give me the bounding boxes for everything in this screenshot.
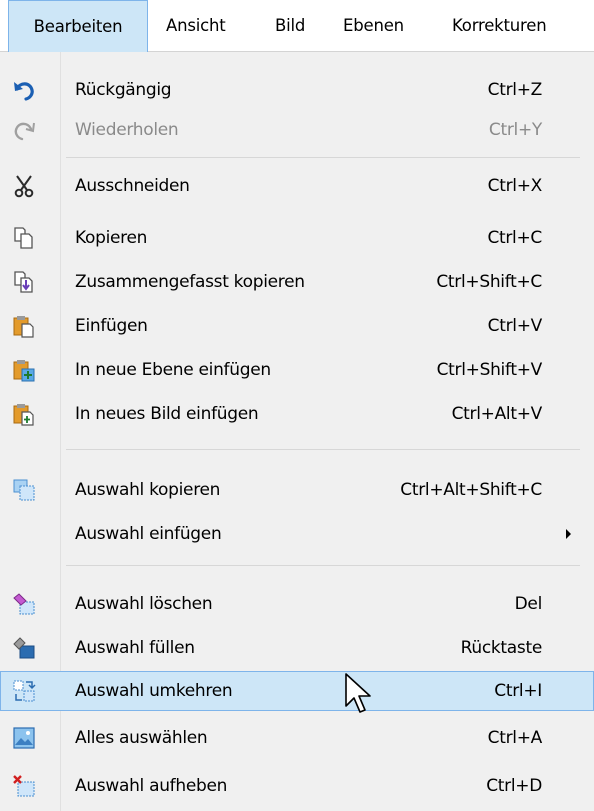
menu-bar: Bearbeiten Ansicht Bild Ebenen Korrektur… (0, 0, 594, 52)
paste-icon (13, 316, 34, 338)
menu-separator (66, 565, 580, 566)
fill-selection-icon (13, 637, 35, 659)
scissors-icon (14, 175, 34, 198)
menu-item-shortcut: Ctrl+Alt+V (451, 404, 543, 424)
menu-item-shortcut: Ctrl+A (487, 728, 543, 748)
menu-item-paste[interactable]: Einfügen Ctrl+V (0, 306, 594, 346)
paste-new-image-icon (13, 404, 34, 426)
menu-item-paste-selection[interactable]: Auswahl einfügen (0, 514, 594, 554)
eraser-selection-icon (13, 593, 35, 615)
deselect-icon (13, 775, 35, 797)
menu-item-label: Kopieren (75, 228, 148, 248)
menu-item-shortcut: Ctrl+V (487, 316, 543, 336)
submenu-arrow-icon (566, 529, 571, 539)
menu-item-shortcut: Rücktaste (460, 638, 543, 658)
menu-item-label: Zusammengefasst kopieren (75, 272, 305, 292)
copy-selection-icon (13, 479, 35, 501)
menu-item-shortcut: Ctrl+X (487, 176, 543, 196)
menu-item-label: In neue Ebene einfügen (75, 360, 271, 380)
menu-item-fill-selection[interactable]: Auswahl füllen Rücktaste (0, 628, 594, 668)
redo-icon (14, 122, 35, 141)
menu-item-copy-merged[interactable]: Zusammengefasst kopieren Ctrl+Shift+C (0, 262, 594, 302)
undo-icon (14, 82, 34, 101)
menu-bild[interactable]: Bild (275, 0, 305, 51)
menu-separator (66, 157, 580, 158)
menu-item-copy-selection[interactable]: Auswahl kopieren Ctrl+Alt+Shift+C (0, 470, 594, 510)
menu-item-cut[interactable]: Ausschneiden Ctrl+X (0, 166, 594, 206)
copy-icon (14, 227, 33, 249)
paste-new-layer-icon (13, 360, 35, 382)
menu-item-shortcut: Ctrl+C (487, 228, 542, 248)
menu-item-shortcut: Ctrl+Alt+Shift+C (400, 480, 542, 500)
menu-item-delete-selection[interactable]: Auswahl löschen Del (0, 584, 594, 624)
menu-ansicht[interactable]: Ansicht (166, 0, 226, 51)
menu-item-label: Alles auswählen (75, 728, 208, 748)
menu-korrekturen[interactable]: Korrekturen (452, 0, 547, 51)
menu-ebenen[interactable]: Ebenen (343, 0, 404, 51)
menu-item-label: Auswahl löschen (75, 594, 213, 614)
menu-item-shortcut: Ctrl+D (486, 776, 542, 796)
menu-item-paste-new-layer[interactable]: In neue Ebene einfügen Ctrl+Shift+V (0, 350, 594, 390)
menu-item-label: Auswahl einfügen (75, 524, 222, 544)
menu-item-shortcut: Ctrl+Z (487, 80, 543, 100)
menu-item-copy[interactable]: Kopieren Ctrl+C (0, 218, 594, 258)
menu-item-deselect[interactable]: Auswahl aufheben Ctrl+D (0, 766, 594, 806)
invert-selection-icon (13, 680, 36, 702)
menu-item-label: Auswahl umkehren (75, 681, 233, 701)
edit-dropdown-menu: Rückgängig Ctrl+Z Wiederholen Ctrl+Y Aus… (0, 52, 594, 811)
menu-item-shortcut: Ctrl+Y (488, 120, 542, 140)
menu-item-label: Auswahl füllen (75, 638, 195, 658)
menu-item-label: Auswahl kopieren (75, 480, 221, 500)
menu-item-paste-new-image[interactable]: In neues Bild einfügen Ctrl+Alt+V (0, 394, 594, 434)
menu-item-shortcut: Ctrl+I (494, 681, 542, 701)
menu-separator (66, 449, 580, 450)
menu-item-label: Rückgängig (75, 80, 172, 100)
menu-item-redo[interactable]: Wiederholen Ctrl+Y (0, 110, 594, 150)
select-all-icon (13, 727, 35, 749)
menu-item-label: Wiederholen (75, 120, 179, 140)
menu-item-label: Ausschneiden (75, 176, 190, 196)
menu-item-undo[interactable]: Rückgängig Ctrl+Z (0, 70, 594, 110)
copy-merged-icon (14, 271, 33, 293)
menu-item-select-all[interactable]: Alles auswählen Ctrl+A (0, 718, 594, 758)
menu-item-shortcut: Ctrl+Shift+V (436, 360, 543, 380)
menu-item-label: In neues Bild einfügen (75, 404, 259, 424)
menu-bearbeiten[interactable]: Bearbeiten (8, 0, 148, 52)
mouse-cursor-icon (345, 673, 371, 713)
menu-item-label: Auswahl aufheben (75, 776, 228, 796)
menu-item-shortcut: Del (514, 594, 543, 614)
menu-item-invert-selection[interactable]: Auswahl umkehren Ctrl+I (0, 671, 594, 711)
menu-item-label: Einfügen (75, 316, 148, 336)
menu-item-shortcut: Ctrl+Shift+C (436, 272, 542, 292)
